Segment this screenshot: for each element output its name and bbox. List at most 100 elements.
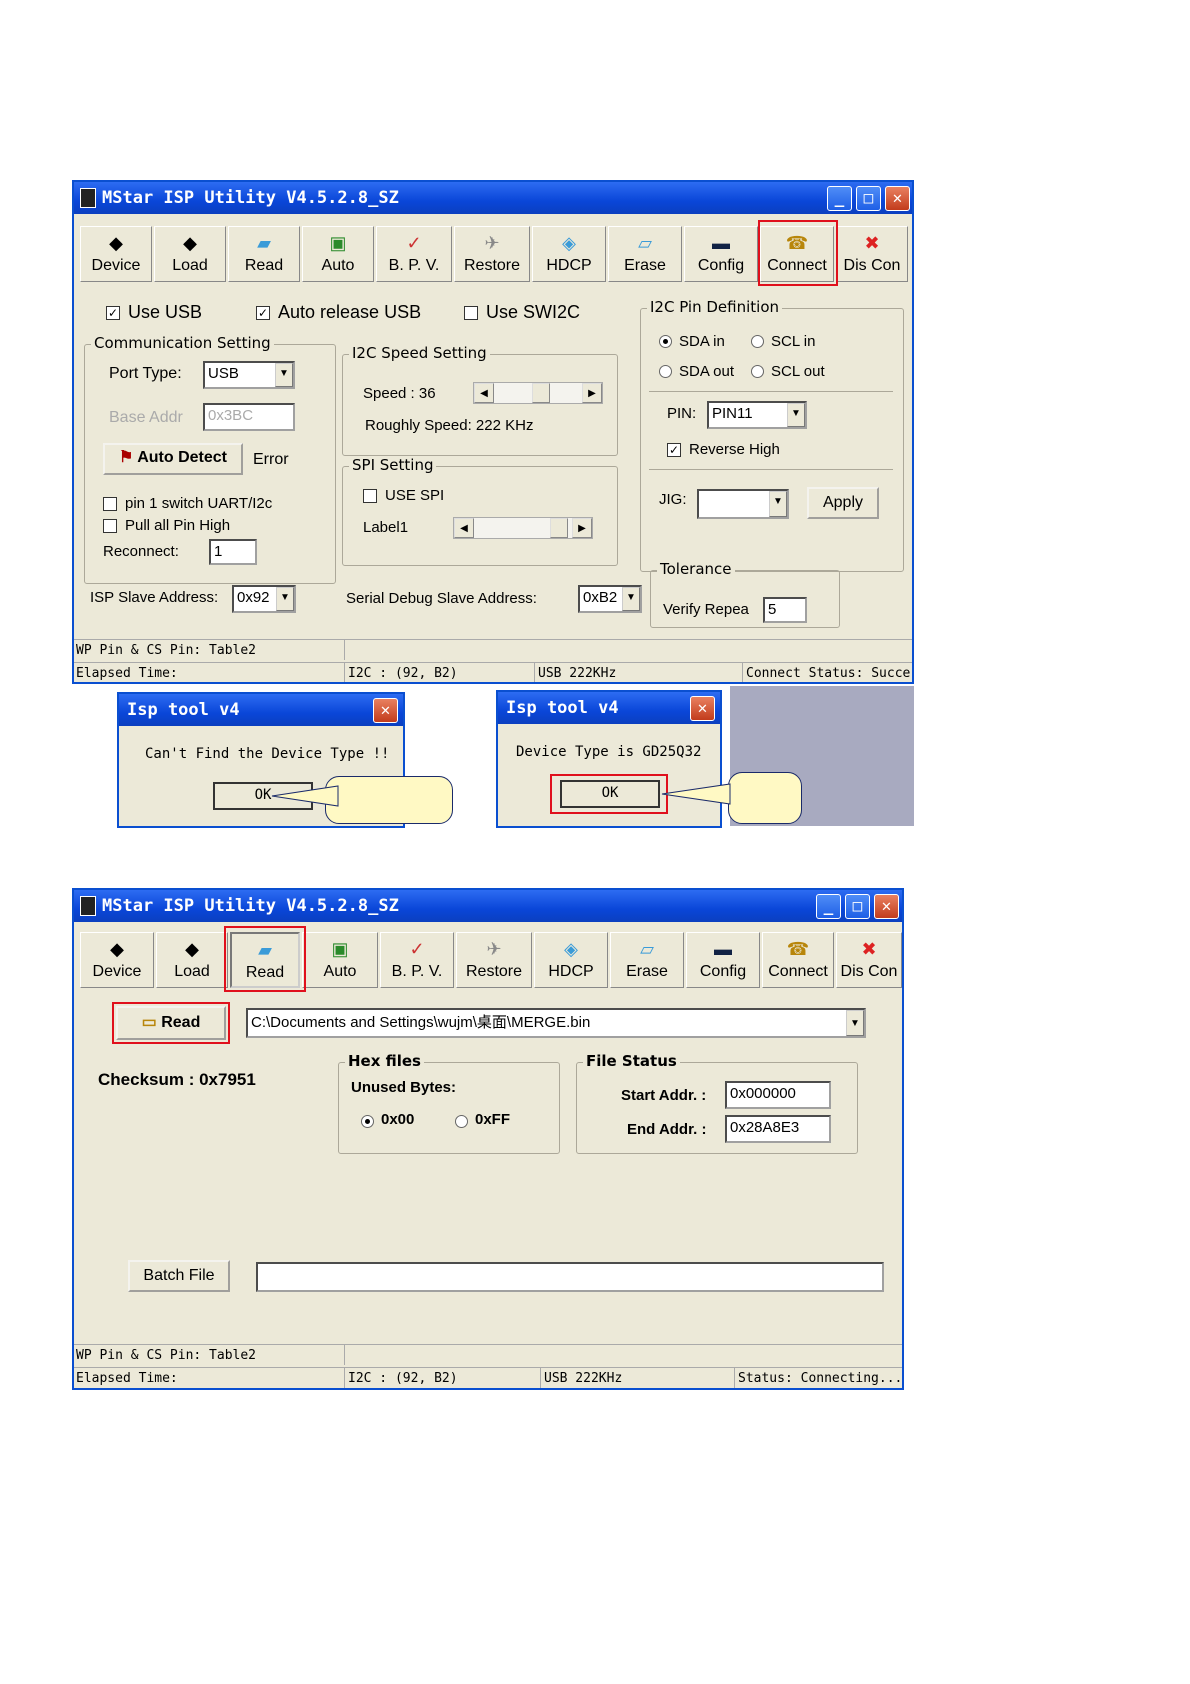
tool-erase[interactable]: ▱ Erase — [610, 932, 684, 988]
chevron-down-icon[interactable]: ▼ — [275, 363, 293, 387]
tool-disconnect[interactable]: ✖ Dis Con — [836, 226, 908, 282]
tool-device[interactable]: ◆ Device — [80, 932, 154, 988]
speed-slider[interactable]: ◀ ▶ — [473, 382, 603, 404]
reverse-high-checkbox[interactable]: ✓ — [667, 443, 681, 457]
tool-device[interactable]: ◆ Device — [80, 226, 152, 282]
end-addr-field[interactable]: 0x28A8E3 — [725, 1115, 831, 1143]
file-path-select[interactable]: C:\Documents and Settings\wujm\桌面\MERGE.… — [246, 1008, 866, 1038]
auto-detect-button[interactable]: ⚑ Auto Detect — [103, 443, 243, 475]
scroll-right-icon[interactable]: ▶ — [572, 518, 592, 538]
apply-button[interactable]: Apply — [807, 487, 879, 519]
tool-restore[interactable]: ✈ Restore — [456, 932, 532, 988]
tool-bpv[interactable]: ✓ B. P. V. — [380, 932, 454, 988]
chevron-down-icon[interactable]: ▼ — [769, 491, 787, 517]
config-icon: ▬ — [712, 233, 730, 253]
unused-0x00-radio[interactable] — [361, 1115, 374, 1128]
use-spi-checkbox[interactable] — [363, 489, 377, 503]
tool-hdcp[interactable]: ◈ HDCP — [532, 226, 606, 282]
tool-label: Erase — [624, 257, 666, 274]
port-type-value: USB — [208, 365, 239, 382]
port-type-select[interactable]: USB ▼ — [203, 361, 295, 389]
title-bar[interactable]: MStar ISP Utility V4.5.2.8_SZ _ □ ✕ — [74, 182, 912, 214]
chevron-down-icon[interactable]: ▼ — [622, 587, 640, 611]
scl-in-radio[interactable] — [751, 335, 764, 348]
close-icon[interactable]: ✕ — [885, 186, 910, 211]
spi-slider[interactable]: ◀ ▶ — [453, 517, 593, 539]
scroll-left-icon[interactable]: ◀ — [474, 383, 494, 403]
dialog-message: Can't Find the Device Type !! — [145, 746, 390, 762]
tool-read[interactable]: ▰ Read — [228, 226, 300, 282]
label1-text: Label1 — [363, 519, 409, 536]
serial-debug-address-label: Serial Debug Slave Address: — [346, 590, 537, 607]
tool-load[interactable]: ◆ Load — [154, 226, 226, 282]
serial-debug-address-select[interactable]: 0xB2 ▼ — [578, 585, 642, 613]
scroll-right-icon[interactable]: ▶ — [582, 383, 602, 403]
pin-select[interactable]: PIN11 ▼ — [707, 401, 807, 429]
pin1-switch-checkbox[interactable] — [103, 497, 117, 511]
chevron-down-icon[interactable]: ▼ — [276, 587, 294, 611]
sda-in-radio[interactable] — [659, 335, 672, 348]
pull-all-pin-label: Pull all Pin High — [125, 517, 231, 534]
tool-label: Device — [91, 257, 141, 274]
maximize-icon[interactable]: □ — [845, 894, 870, 919]
reconnect-field[interactable]: 1 — [209, 539, 257, 565]
jig-label: JIG: — [659, 491, 687, 508]
tool-config[interactable]: ▬ Config — [686, 932, 760, 988]
use-swi2c-checkbox[interactable] — [464, 306, 478, 320]
dialog-title-bar[interactable]: Isp tool v4 ✕ — [498, 692, 720, 724]
maximize-icon[interactable]: □ — [856, 186, 881, 211]
rough-speed-text: Roughly Speed: 222 KHz — [365, 417, 534, 434]
tool-load[interactable]: ◆ Load — [156, 932, 228, 988]
status-separator — [534, 663, 535, 682]
minimize-icon[interactable]: _ — [827, 186, 852, 211]
jig-select[interactable]: ▼ — [697, 489, 789, 519]
scroll-thumb[interactable] — [550, 518, 568, 538]
verify-repeat-field[interactable]: 5 — [763, 597, 807, 623]
tool-label: B. P. V. — [391, 963, 443, 980]
tool-disconnect[interactable]: ✖ Dis Con — [836, 932, 902, 988]
close-icon[interactable]: ✕ — [874, 894, 899, 919]
tool-config[interactable]: ▬ Config — [684, 226, 758, 282]
isp-slave-address-label: ISP Slave Address: — [90, 589, 219, 606]
window-title: MStar ISP Utility V4.5.2.8_SZ — [102, 896, 399, 916]
batch-file-field[interactable] — [256, 1262, 884, 1292]
tool-auto[interactable]: ▣ Auto — [302, 932, 378, 988]
pull-all-pin-checkbox[interactable] — [103, 519, 117, 533]
close-icon[interactable]: ✕ — [690, 696, 715, 721]
tool-label: HDCP — [548, 963, 594, 980]
bpv-icon: ✓ — [406, 233, 422, 253]
scroll-thumb[interactable] — [532, 383, 550, 403]
hdcp-icon: ◈ — [564, 939, 578, 959]
scl-out-radio[interactable] — [751, 365, 764, 378]
dialog-title-bar[interactable]: Isp tool v4 ✕ — [119, 694, 403, 726]
tool-bpv[interactable]: ✓ B. P. V. — [376, 226, 452, 282]
tool-connect[interactable]: ☎ Connect — [762, 932, 834, 988]
title-bar[interactable]: MStar ISP Utility V4.5.2.8_SZ _ □ ✕ — [74, 890, 902, 922]
usb-status: USB 222KHz — [538, 666, 617, 681]
start-addr-field[interactable]: 0x000000 — [725, 1081, 831, 1109]
elapsed-time-status: Elapsed Time: — [76, 1371, 178, 1386]
tool-auto[interactable]: ▣ Auto — [302, 226, 374, 282]
use-usb-checkbox[interactable]: ✓ — [106, 306, 120, 320]
minimize-icon[interactable]: _ — [816, 894, 841, 919]
usb-status: USB 222KHz — [544, 1371, 623, 1386]
unused-0x00-label: 0x00 — [381, 1111, 415, 1128]
tool-hdcp[interactable]: ◈ HDCP — [534, 932, 608, 988]
tool-label: Config — [697, 257, 745, 274]
tool-label: Restore — [465, 963, 523, 980]
tool-erase[interactable]: ▱ Erase — [608, 226, 682, 282]
isp-slave-address-select[interactable]: 0x92 ▼ — [232, 585, 296, 613]
tool-restore[interactable]: ✈ Restore — [454, 226, 530, 282]
group-caption: Hex files — [345, 1052, 424, 1070]
file-status-group: File Status Start Addr. : 0x000000 End A… — [576, 1052, 858, 1154]
base-addr-field[interactable]: 0x3BC — [203, 403, 295, 431]
auto-release-usb-checkbox[interactable]: ✓ — [256, 306, 270, 320]
batch-file-button[interactable]: Batch File — [128, 1260, 230, 1292]
chevron-down-icon[interactable]: ▼ — [787, 403, 805, 427]
chevron-down-icon[interactable]: ▼ — [846, 1010, 864, 1036]
scroll-left-icon[interactable]: ◀ — [454, 518, 474, 538]
unused-0xff-radio[interactable] — [455, 1115, 468, 1128]
unused-bytes-label: Unused Bytes: — [351, 1079, 457, 1096]
sda-out-radio[interactable] — [659, 365, 672, 378]
close-icon[interactable]: ✕ — [373, 698, 398, 723]
